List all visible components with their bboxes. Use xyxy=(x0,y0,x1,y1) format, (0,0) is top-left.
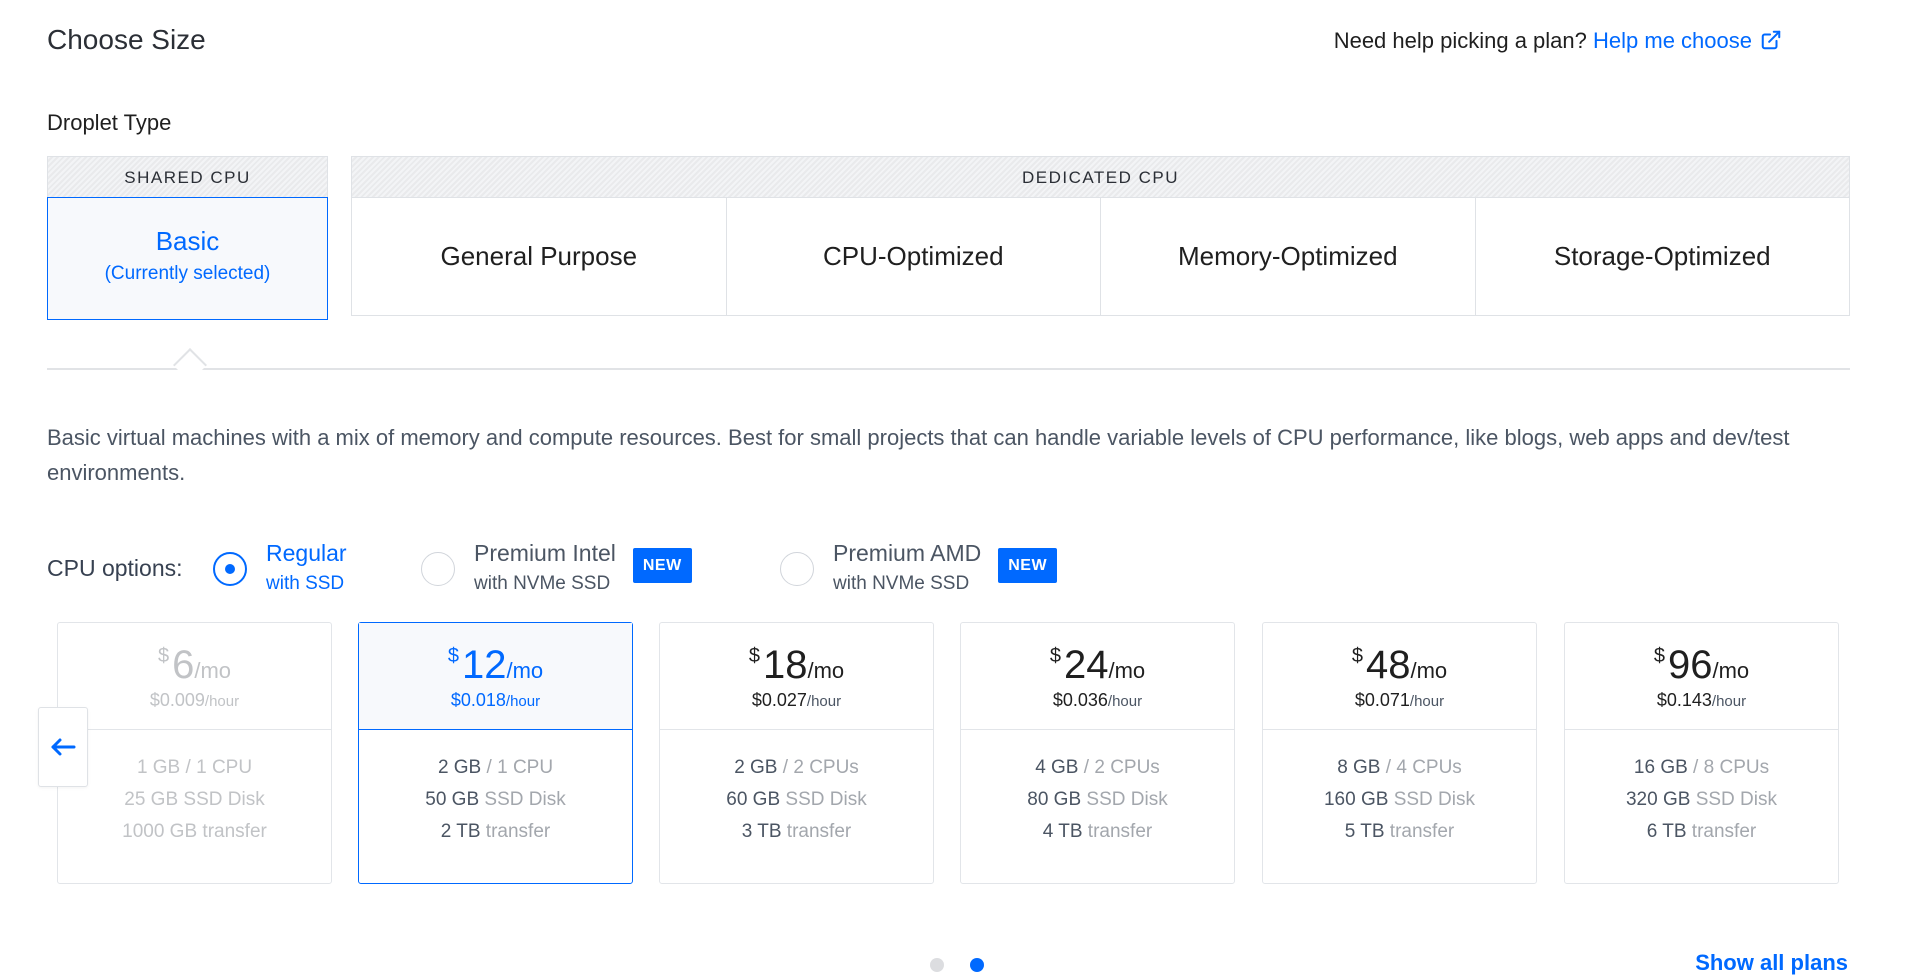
plan-transfer: 2 TB transfer xyxy=(440,821,551,842)
plan-mem-cpu: 16 GB / 8 CPUs xyxy=(1633,757,1770,778)
previous-plans-button[interactable] xyxy=(38,707,88,787)
plan-description: Basic virtual machines with a mix of mem… xyxy=(47,425,1790,485)
plan-specs: 1 GB / 1 CPU 25 GB SSD Disk 1000 GB tran… xyxy=(58,730,331,848)
plan-price-area: $18/mo $0.027/hour xyxy=(660,623,933,730)
regular-subtitle: with SSD xyxy=(266,573,345,594)
regular-title: Regular xyxy=(266,540,347,566)
plan-specs: 16 GB / 8 CPUs 320 GB SSD Disk 6 TB tran… xyxy=(1565,730,1838,848)
help-me-choose-link[interactable]: Help me choose xyxy=(1593,28,1782,53)
plan-transfer: 1000 GB transfer xyxy=(122,821,267,842)
cpu-option-regular[interactable]: Regular with SSD xyxy=(213,540,347,595)
shared-cpu-group: SHARED CPU Basic (Currently selected) xyxy=(47,156,328,320)
memory-optimized-tile[interactable]: Memory-Optimized xyxy=(1101,198,1476,315)
premium-intel-title: Premium Intel xyxy=(474,540,616,566)
droplet-type-label: Droplet Type xyxy=(47,110,172,135)
arrow-left-icon xyxy=(51,738,76,756)
plan-hourly-price: $0.143/hour xyxy=(1656,690,1747,710)
carousel-pagination xyxy=(930,958,984,972)
plan-monthly-price: $24/mo xyxy=(1049,643,1146,687)
general-purpose-tile[interactable]: General Purpose xyxy=(352,198,727,315)
plan-card[interactable]: $96/mo $0.143/hour 16 GB / 8 CPUs 320 GB… xyxy=(1564,622,1839,884)
plan-price-area: $12/mo $0.018/hour xyxy=(359,623,632,730)
cpu-option-premium-intel[interactable]: Premium Intel with NVMe SSD NEW xyxy=(421,540,692,595)
plan-disk: 50 GB SSD Disk xyxy=(425,789,566,810)
plan-hourly-price: $0.018/hour xyxy=(450,690,541,710)
cpu-option-premium-amd[interactable]: Premium AMD with NVMe SSD NEW xyxy=(780,540,1058,595)
plan-mem-cpu: 2 GB / 2 CPUs xyxy=(734,757,859,778)
plan-disk: 320 GB SSD Disk xyxy=(1625,789,1777,810)
premium-intel-subtitle: with NVMe SSD xyxy=(474,573,611,594)
regular-radio[interactable] xyxy=(213,552,247,586)
selection-pointer xyxy=(173,348,207,382)
plan-specs: 2 GB / 2 CPUs 60 GB SSD Disk 3 TB transf… xyxy=(660,730,933,848)
cpu-options-label: CPU options: xyxy=(47,555,183,581)
plan-mem-cpu: 4 GB / 2 CPUs xyxy=(1035,757,1160,778)
cpu-optimized-tile[interactable]: CPU-Optimized xyxy=(727,198,1101,315)
plan-mem-cpu: 1 GB / 1 CPU xyxy=(136,757,253,778)
plan-price-area: $24/mo $0.036/hour xyxy=(961,623,1234,730)
help-text: Need help picking a plan? xyxy=(1333,28,1587,53)
plan-monthly-price: $18/mo xyxy=(748,643,845,687)
show-all-plans-link[interactable]: Show all plans xyxy=(1695,950,1848,976)
dedicated-cpu-group: DEDICATED CPU General Purpose CPU-Optimi… xyxy=(351,156,1850,316)
page-dot-1[interactable] xyxy=(930,958,944,972)
basic-tile-name: Basic xyxy=(155,226,220,256)
plan-card-selected[interactable]: $12/mo $0.018/hour 2 GB / 1 CPU 50 GB SS… xyxy=(358,622,633,884)
plan-specs: 4 GB / 2 CPUs 80 GB SSD Disk 4 TB transf… xyxy=(961,730,1234,848)
help-link-label: Help me choose xyxy=(1593,28,1752,53)
page-dot-2-active[interactable] xyxy=(970,958,984,972)
premium-amd-radio[interactable] xyxy=(780,552,814,586)
plan-price-area: $6/mo $0.009/hour xyxy=(58,623,331,730)
selection-divider xyxy=(47,368,1850,370)
storage-optimized-tile[interactable]: Storage-Optimized xyxy=(1476,198,1850,315)
plan-card[interactable]: $18/mo $0.027/hour 2 GB / 2 CPUs 60 GB S… xyxy=(659,622,934,884)
plan-card[interactable]: $6/mo $0.009/hour 1 GB / 1 CPU 25 GB SSD… xyxy=(57,622,332,884)
external-link-icon xyxy=(1761,30,1781,50)
plan-hourly-price: $0.036/hour xyxy=(1052,690,1143,710)
premium-intel-option-text: Premium Intel with NVMe SSD xyxy=(474,540,616,595)
plan-card[interactable]: $24/mo $0.036/hour 4 GB / 2 CPUs 80 GB S… xyxy=(960,622,1235,884)
plan-disk: 160 GB SSD Disk xyxy=(1323,789,1475,810)
plan-disk: 60 GB SSD Disk xyxy=(726,789,867,810)
shared-cpu-header: SHARED CPU xyxy=(47,156,328,197)
basic-droplet-tile[interactable]: Basic (Currently selected) xyxy=(47,197,328,320)
plan-specs: 2 GB / 1 CPU 50 GB SSD Disk 2 TB transfe… xyxy=(359,730,632,848)
plan-monthly-price: $6/mo xyxy=(157,643,232,687)
plan-card[interactable]: $48/mo $0.071/hour 8 GB / 4 CPUs 160 GB … xyxy=(1262,622,1537,884)
plan-mem-cpu: 2 GB / 1 CPU xyxy=(437,757,554,778)
plan-hourly-price: $0.027/hour xyxy=(751,690,842,710)
regular-option-text: Regular with SSD xyxy=(266,540,347,595)
plan-transfer: 4 TB transfer xyxy=(1042,821,1153,842)
plan-mem-cpu: 8 GB / 4 CPUs xyxy=(1337,757,1462,778)
plan-hourly-price: $0.009/hour xyxy=(149,690,240,710)
plan-price-area: $96/mo $0.143/hour xyxy=(1565,623,1838,730)
plan-transfer: 5 TB transfer xyxy=(1344,821,1455,842)
plan-monthly-price: $96/mo xyxy=(1653,643,1750,687)
plan-disk: 80 GB SSD Disk xyxy=(1027,789,1168,810)
premium-amd-title: Premium AMD xyxy=(833,540,982,566)
plan-specs: 8 GB / 4 CPUs 160 GB SSD Disk 5 TB trans… xyxy=(1263,730,1536,848)
premium-amd-new-badge: NEW xyxy=(998,548,1058,583)
premium-intel-radio[interactable] xyxy=(421,552,455,586)
help-prompt: Need help picking a plan? Help me choose xyxy=(1334,28,1782,54)
plan-transfer: 3 TB transfer xyxy=(741,821,852,842)
dedicated-options-row: General Purpose CPU-Optimized Memory-Opt… xyxy=(351,197,1850,316)
premium-amd-subtitle: with NVMe SSD xyxy=(833,573,970,594)
premium-amd-option-text: Premium AMD with NVMe SSD xyxy=(833,540,981,595)
basic-tile-status: (Currently selected) xyxy=(104,263,271,284)
page-title: Choose Size xyxy=(47,24,206,55)
plan-disk: 25 GB SSD Disk xyxy=(124,789,265,810)
plan-price-area: $48/mo $0.071/hour xyxy=(1263,623,1536,730)
plan-monthly-price: $12/mo xyxy=(447,643,544,687)
plan-hourly-price: $0.071/hour xyxy=(1354,690,1445,710)
dedicated-cpu-header: DEDICATED CPU xyxy=(351,156,1850,197)
plan-transfer: 6 TB transfer xyxy=(1646,821,1757,842)
plan-monthly-price: $48/mo xyxy=(1351,643,1448,687)
premium-intel-new-badge: NEW xyxy=(632,548,692,583)
